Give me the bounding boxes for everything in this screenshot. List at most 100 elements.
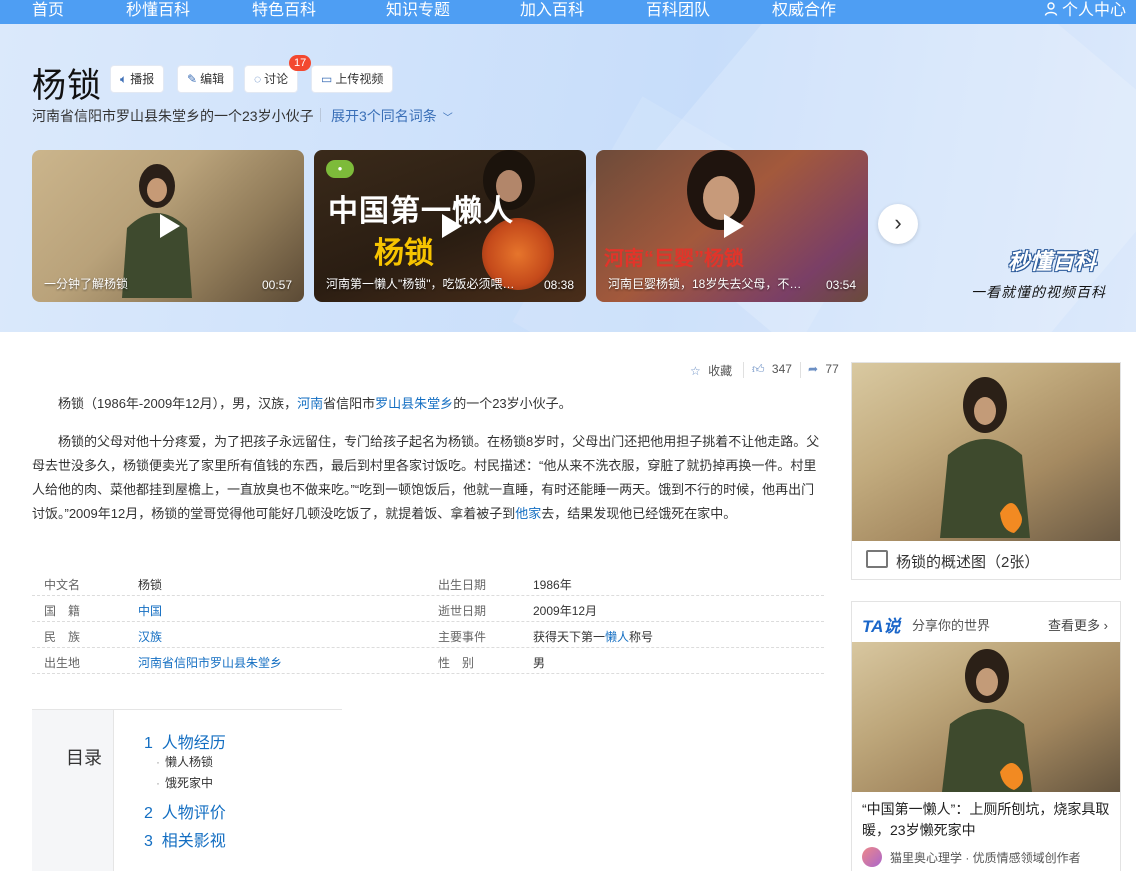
catalog-subitem-label: 饿死家中 — [165, 776, 214, 790]
user-center-link[interactable]: 个人中心 — [1044, 0, 1126, 24]
catalog-subitem-label: 懒人杨锁 — [165, 755, 214, 769]
miaodong-logo: 秒懂百科 — [1008, 249, 1097, 274]
star-icon: ☆ — [690, 364, 701, 378]
catalog-item-label: 相关影视 — [161, 833, 226, 850]
article-image-figure — [942, 649, 1032, 792]
catalog-subitem[interactable]: · 饿死家中 — [156, 774, 213, 791]
body-paragraph: 杨锁的父母对他十分疼爱，为了把孩子永远留住，专门给孩子起名为杨锁。在杨锁8岁时，… — [32, 430, 824, 526]
page-title: 杨锁 — [32, 68, 102, 105]
user-icon — [1044, 2, 1057, 16]
chevron-right-icon: › — [894, 210, 902, 235]
info-key: 民 族 — [44, 630, 81, 644]
video-card[interactable]: 一分钟了解杨锁 00:57 — [32, 150, 304, 302]
share-icon: ➦ — [808, 362, 819, 376]
link-henan[interactable]: 河南 — [297, 396, 323, 411]
article-title[interactable]: “中国第一懒人”：上厕所刨坑，烧家具取暖，23岁懒死家中 — [862, 799, 1114, 841]
catalog-item[interactable]: 2 人物评价 — [144, 799, 226, 823]
video-overlay-text: 杨锁 — [374, 237, 434, 270]
info-row: 出生地 河南省信阳市罗山县朱堂乡 性 别 男 — [32, 648, 824, 674]
summary-image[interactable] — [852, 363, 1120, 541]
carousel-next-button[interactable]: › — [878, 204, 918, 244]
link-luoshan[interactable]: 罗山县朱堂乡 — [375, 396, 453, 411]
video-duration: 03:54 — [825, 278, 856, 292]
info-row: 中文名 杨锁 出生日期 1986年 — [32, 570, 824, 596]
speaker-icon: 🔈︎ — [120, 72, 128, 86]
ta-shuo-card: TA说 分享你的世界 查看更多 › “中国第一懒人”：上厕所刨坑，烧家具取暖，2… — [851, 601, 1121, 871]
text: 去，结果发现他已经饿死在家中。 — [541, 506, 737, 521]
info-key: 中文名 — [44, 578, 81, 592]
article-author: 猫里奥心理学 · 优质情感领域创作者 — [890, 851, 1081, 865]
favorite-button[interactable]: ☆ 收藏 — [690, 362, 732, 379]
info-value: 获得天下第一懒人称号 — [533, 628, 653, 645]
nav-item-featured[interactable]: 特色百科 — [252, 0, 316, 24]
video-duration: 08:38 — [543, 278, 574, 292]
discuss-label: 讨论 — [264, 72, 289, 86]
chat-bubble-icon: ◌ — [254, 72, 262, 86]
video-overlay-text: 中国第一懒人 — [328, 195, 514, 228]
catalog-item[interactable]: 1 人物经历 — [144, 729, 226, 753]
info-value: 2009年12月 — [533, 604, 598, 618]
info-value-link[interactable]: 河南省信阳市罗山县朱堂乡 — [138, 654, 282, 671]
info-key: 逝世日期 — [438, 604, 487, 618]
play-icon — [160, 214, 180, 238]
article-image[interactable] — [852, 642, 1120, 792]
nav-item-cooperation[interactable]: 权威合作 — [772, 0, 836, 24]
thumbs-up-icon: 👍︎ — [752, 362, 765, 376]
favorite-label: 收藏 — [708, 364, 733, 378]
top-nav: 首页 秒懂百科 特色百科 知识专题 加入百科 百科团队 权威合作 个人中心 — [0, 0, 1136, 24]
like-count: 347 — [771, 362, 792, 376]
expand-homonyms-link[interactable]: 展开3个同名词条 ﹀ — [331, 106, 453, 126]
discuss-button[interactable]: ◌ 讨论 — [244, 65, 299, 93]
info-value-link[interactable]: 中国 — [138, 602, 162, 619]
video-duration: 00:57 — [261, 278, 292, 292]
nav-item-miaodong[interactable]: 秒懂百科 — [126, 0, 190, 24]
broadcast-button[interactable]: 🔈︎ 播报 — [110, 65, 165, 93]
link-lazy-person[interactable]: 懒人 — [605, 630, 629, 644]
summary-image-figure — [940, 377, 1030, 538]
catalog-item-label: 人物经历 — [161, 735, 226, 752]
see-more-label: 查看更多 — [1048, 618, 1101, 633]
like-button[interactable]: 👍︎ 347 — [752, 362, 792, 377]
video-card[interactable]: 河南“巨婴”杨锁 河南巨婴杨锁，18岁失去父母，不会自理 03:54 — [596, 150, 868, 302]
share-button[interactable]: ➦ 77 — [808, 362, 839, 376]
catalog-subitem[interactable]: · 懒人杨锁 — [156, 753, 213, 770]
catalog-item[interactable]: 3 相关影视 — [144, 827, 226, 851]
catalog-label: 目录 — [66, 748, 102, 768]
info-value-link[interactable]: 汉族 — [138, 628, 162, 645]
ta-shuo-logo: TA说 — [862, 617, 901, 636]
nav-item-home[interactable]: 首页 — [32, 0, 64, 24]
text: 杨锁（1986年-2009年12月），男，汉族， — [58, 396, 298, 411]
see-more-link[interactable]: 查看更多 › — [1048, 615, 1108, 634]
user-center-label: 个人中心 — [1061, 2, 1126, 19]
pencil-icon: ✎ — [187, 72, 198, 86]
summary-album-card[interactable]: 杨锁的概述图（2张） — [851, 362, 1121, 580]
video-card[interactable]: ● 中国第一懒人 杨锁 河南第一懒人"杨锁"，吃饭必须喂到嘴边 08:38 — [314, 150, 586, 302]
edit-button[interactable]: ✎ 编辑 — [177, 65, 235, 93]
catalog-number: 3 — [144, 833, 153, 850]
discuss-count-badge: 17 — [289, 55, 312, 71]
intro-paragraph: 杨锁（1986年-2009年12月），男，汉族，河南省信阳市罗山县朱堂乡的一个2… — [32, 392, 824, 416]
basic-info-table: 中文名 杨锁 出生日期 1986年 国 籍 中国 逝世日期 2009年12月 民… — [32, 570, 824, 674]
author-avatar — [862, 847, 882, 867]
broadcast-label: 播报 — [130, 72, 155, 86]
image-gallery-icon — [866, 550, 888, 568]
video-icon: ▭ — [321, 72, 333, 86]
channel-logo: ● — [326, 160, 354, 178]
nav-item-team[interactable]: 百科团队 — [646, 0, 710, 24]
catalog-panel: 目录 — [32, 710, 114, 871]
info-key: 国 籍 — [44, 604, 81, 618]
chevron-right-icon: › — [1100, 618, 1108, 633]
expand-label: 展开3个同名词条 — [331, 108, 437, 124]
info-value: 男 — [533, 656, 546, 670]
nav-item-topics[interactable]: 知识专题 — [386, 0, 450, 24]
ta-shuo-tagline: 分享你的世界 — [912, 618, 991, 633]
catalog-item-label: 人物评价 — [161, 805, 226, 822]
upload-video-button[interactable]: ▭ 上传视频 — [311, 65, 394, 93]
info-key: 出生日期 — [438, 578, 487, 592]
text: 称号 — [629, 630, 654, 644]
miaodong-slogan: 一看就懂的视频百科 — [971, 284, 1106, 300]
bullet: · — [156, 755, 160, 769]
nav-item-join[interactable]: 加入百科 — [520, 0, 584, 24]
video-title: 一分钟了解杨锁 — [44, 277, 129, 291]
link-his-home[interactable]: 他家 — [515, 506, 541, 521]
